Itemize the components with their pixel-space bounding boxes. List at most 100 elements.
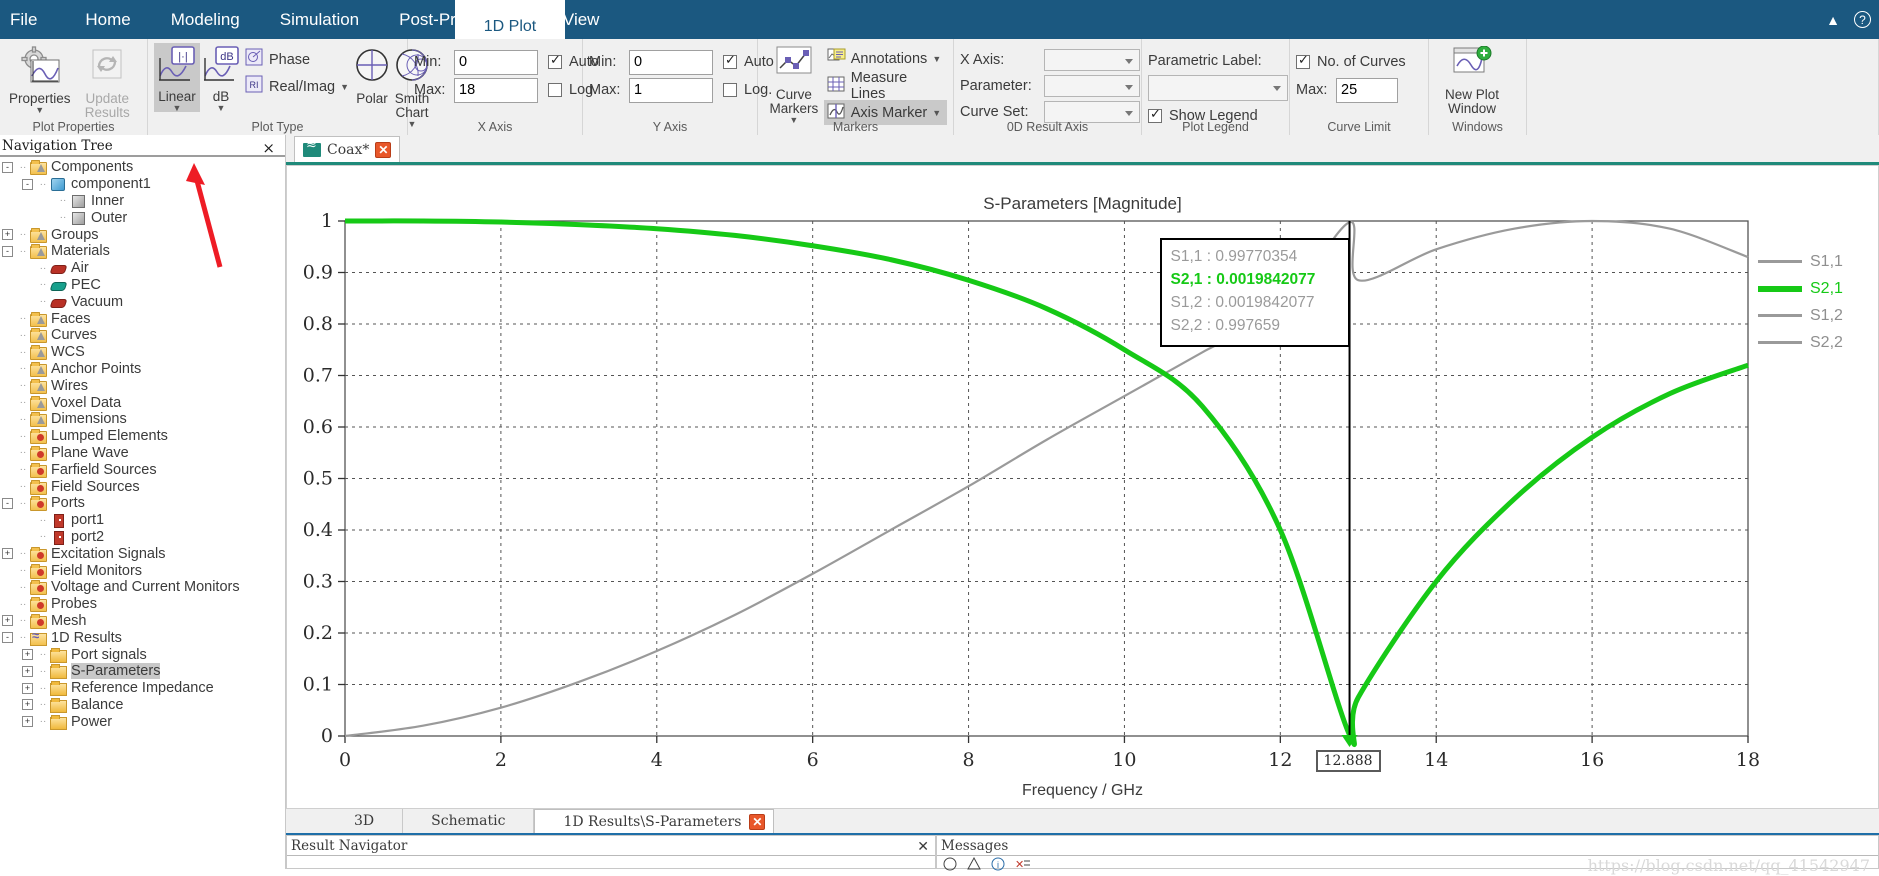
tree-expander-icon[interactable]: - <box>2 632 13 644</box>
tree-item-port2[interactable]: ·· port2 <box>0 529 285 546</box>
info-icon[interactable]: i <box>991 857 1005 875</box>
tree-expander-icon[interactable]: - <box>22 178 33 190</box>
tree-item-outer[interactable]: ·· Outer <box>0 209 285 226</box>
update-results-button[interactable]: Update Results <box>74 43 142 120</box>
tree-item-pec[interactable]: ·· PEC <box>0 277 285 294</box>
curve-markers-button[interactable]: Curve Markers ▼ <box>764 43 824 125</box>
warning-icon[interactable] <box>967 856 981 875</box>
tree-item-plane-wave[interactable]: ·· Plane Wave <box>0 445 285 462</box>
parametric-label-select[interactable] <box>1148 75 1288 101</box>
parameter-select[interactable] <box>1044 75 1140 97</box>
tree-item-field-sources[interactable]: ·· Field Sources <box>0 478 285 495</box>
tree-item-dimensions[interactable]: ·· Dimensions <box>0 411 285 428</box>
tree-item-port1[interactable]: ·· port1 <box>0 512 285 529</box>
tree-item-wcs[interactable]: ·· WCS <box>0 344 285 361</box>
tree-expander-icon[interactable]: + <box>22 649 33 660</box>
tree-item-field-monitors[interactable]: ·· Field Monitors <box>0 562 285 579</box>
tree-expander-icon[interactable]: - <box>2 161 13 173</box>
document-tab-coax[interactable]: Coax* ✕ <box>294 136 401 162</box>
tree-item-port-signals[interactable]: + ·· Port signals <box>0 646 285 663</box>
tree-item-s-parameters[interactable]: + ·· S-Parameters <box>0 663 285 680</box>
chart-canvas[interactable]: S-Parameters [Magnitude] 0 2 4 6 8 10 12 14 16 18… <box>286 165 1879 809</box>
tree-expander-icon[interactable]: + <box>22 716 33 728</box>
db-button[interactable]: dB dB ▼ <box>200 43 242 113</box>
real-imag-button[interactable]: RI Real/Imag ▼ <box>242 74 352 99</box>
linear-dropdown-icon[interactable]: ▼ <box>173 104 182 113</box>
x-axis-select[interactable] <box>1044 49 1140 71</box>
tree-expander-icon[interactable]: - <box>2 497 13 509</box>
axis-marker-dropdown-icon[interactable]: ▼ <box>932 108 941 118</box>
annotations-dropdown-icon[interactable]: ▼ <box>932 54 941 64</box>
tree-expander-icon[interactable]: + <box>22 682 33 694</box>
tree-expander-icon[interactable]: - <box>2 245 13 257</box>
tree-item-component1[interactable]: - ·· component1 <box>0 176 285 193</box>
tree-item-probes[interactable]: ·· Probes <box>0 596 285 613</box>
tree-expander-icon[interactable]: + <box>2 229 13 241</box>
properties-dropdown-icon[interactable]: ▼ <box>35 106 44 115</box>
error-icon[interactable] <box>943 857 957 875</box>
tab-1d-plot[interactable]: RESULT TOOLS 1D Plot <box>455 0 565 39</box>
x-axis-min-input[interactable]: 0 <box>454 49 538 75</box>
tree-item-vacuum[interactable]: ·· Vacuum <box>0 293 285 310</box>
tree-item-voltage-and-current-monitors[interactable]: ·· Voltage and Current Monitors <box>0 579 285 596</box>
y-axis-min-input[interactable]: 0 <box>629 49 713 75</box>
tree-expander-icon[interactable]: + <box>22 699 33 711</box>
tree-item-balance[interactable]: + ·· Balance <box>0 697 285 714</box>
curve-limit-max-input[interactable]: 25 <box>1336 77 1398 103</box>
tree-item-power[interactable]: + ·· Power <box>0 713 285 730</box>
document-tab-close-icon[interactable]: ✕ <box>375 141 392 158</box>
tree-item-reference-impedance[interactable]: + ·· Reference Impedance <box>0 680 285 697</box>
view-tab-schematic[interactable]: Schematic <box>403 809 535 833</box>
no-of-curves-checkbox[interactable]: No. of Curves <box>1296 49 1406 75</box>
tree-item-lumped-elements[interactable]: ·· Lumped Elements <box>0 428 285 445</box>
tree-item-mesh[interactable]: + ·· Mesh <box>0 613 285 630</box>
menu-item-home[interactable]: Home <box>65 0 150 39</box>
tree-item-excitation-signals[interactable]: + ·· Excitation Signals <box>0 545 285 562</box>
tree-item-label: Ports <box>51 495 85 512</box>
tree-item-components[interactable]: - ·· Components <box>0 159 285 176</box>
menu-item-simulation[interactable]: Simulation <box>260 0 379 39</box>
tree-expander-icon[interactable]: + <box>2 615 13 627</box>
view-tab-3d[interactable]: 3D <box>326 809 404 833</box>
phase-button[interactable]: Phase <box>242 47 352 72</box>
y-axis-max-input[interactable]: 1 <box>629 77 713 103</box>
real-imag-dropdown-icon[interactable]: ▼ <box>340 82 349 92</box>
new-plot-window-button[interactable]: New Plot Window <box>1435 43 1509 116</box>
measure-lines-button[interactable]: Measure Lines <box>824 70 947 102</box>
polar-button[interactable]: Polar <box>352 43 392 106</box>
annotations-button[interactable]: Annotations ▼ <box>824 46 947 71</box>
menu-item-file[interactable]: File <box>0 0 65 39</box>
view-tab-close-icon[interactable]: ✕ <box>749 813 766 830</box>
tree-item-1d-results[interactable]: -·· 1D Results <box>0 628 285 646</box>
result-navigator-close-icon[interactable]: ✕ <box>917 837 929 857</box>
legend-item-S12[interactable]: S1,2 <box>1758 302 1868 329</box>
tree-item-air[interactable]: ·· Air <box>0 260 285 277</box>
tree-expander-icon[interactable]: + <box>2 548 13 560</box>
help-icon[interactable]: ? <box>1854 11 1871 28</box>
clear-messages-icon[interactable]: ✕ <box>1015 857 1031 875</box>
tree-item-inner[interactable]: ·· Inner <box>0 193 285 210</box>
legend-item-S22[interactable]: S2,2 <box>1758 329 1868 356</box>
tree-item-wires[interactable]: ·· Wires <box>0 377 285 394</box>
db-dropdown-icon[interactable]: ▼ <box>217 104 226 113</box>
navigation-tree[interactable]: - ·· Components - ·· component1 ·· Inner ·· Outer… <box>0 157 285 730</box>
tree-item-curves[interactable]: ·· Curves <box>0 327 285 344</box>
x-axis-max-input[interactable]: 18 <box>454 77 538 103</box>
tree-item-materials[interactable]: - ·· Materials <box>0 243 285 260</box>
tree-expander-icon[interactable]: + <box>22 665 33 677</box>
axis-marker-value-box[interactable]: 12.888 <box>1315 750 1381 772</box>
close-icon[interactable]: × <box>262 137 275 159</box>
legend-item-S11[interactable]: S1,1 <box>1758 248 1868 275</box>
tree-item-ports[interactable]: - ·· Ports <box>0 495 285 512</box>
properties-button[interactable]: Properties ▼ <box>6 43 74 115</box>
collapse-ribbon-icon[interactable]: ▲ <box>1826 12 1840 28</box>
tree-item-farfield-sources[interactable]: ·· Farfield Sources <box>0 461 285 478</box>
menu-item-modeling[interactable]: Modeling <box>151 0 260 39</box>
view-tab-1d-results-s-parameters[interactable]: 1D Results\S-Parameters ✕ <box>534 809 775 833</box>
legend-item-S21[interactable]: S2,1 <box>1758 275 1868 302</box>
tree-item-voxel-data[interactable]: ·· Voxel Data <box>0 394 285 411</box>
tree-item-anchor-points[interactable]: ·· Anchor Points <box>0 361 285 378</box>
tree-item-groups[interactable]: + ·· Groups <box>0 226 285 243</box>
linear-button[interactable]: |·| Linear ▼ <box>154 43 200 113</box>
tree-item-faces[interactable]: ·· Faces <box>0 310 285 327</box>
